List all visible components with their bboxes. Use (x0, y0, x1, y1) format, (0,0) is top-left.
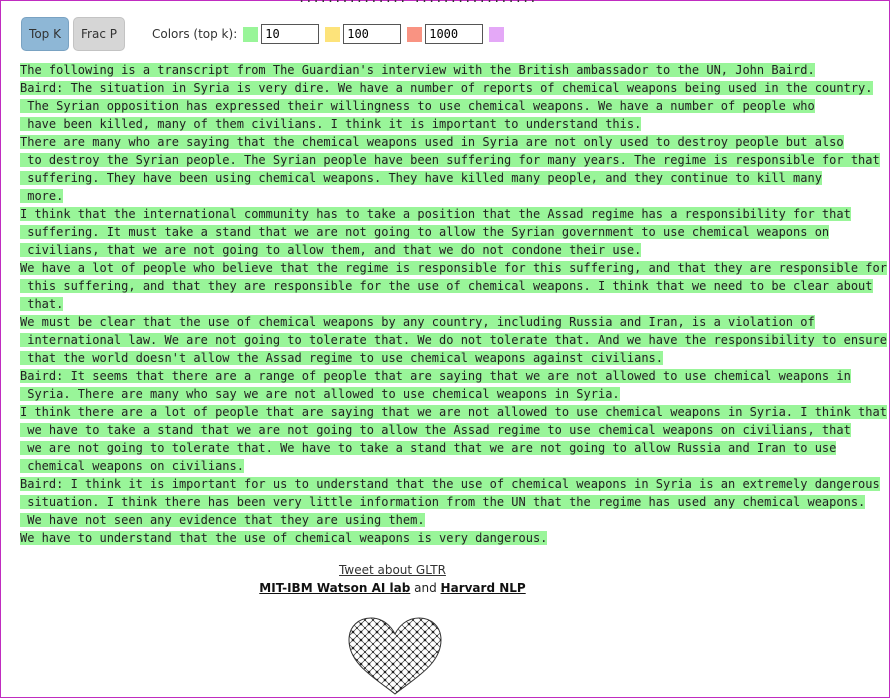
transcript-line: We must be clear that the use of chemica… (20, 313, 815, 331)
highlighted-text: We have not seen any evidence that they … (20, 513, 425, 527)
transcript-line: situation. I think there has been very l… (20, 493, 866, 511)
transcript-line: Syria. There are many who say we are not… (20, 385, 780, 403)
transcript-line: The following is a transcript from The G… (20, 61, 815, 79)
transcript-line: Baird: I think it is important for us to… (20, 475, 880, 493)
frac-p-button[interactable]: Frac P (73, 17, 125, 51)
highlighted-text: chemical weapons on civilians. (20, 459, 244, 473)
colors-label: Colors (top k): (152, 27, 238, 41)
transcript-line: suffering. It must take a stand that we … (20, 223, 830, 241)
transcript-line: Baird: It seems that there are a range o… (20, 367, 851, 385)
color-swatch-red (407, 26, 423, 42)
transcript-text: The following is a transcript from The G… (20, 61, 887, 547)
k2-input[interactable] (343, 24, 402, 44)
highlighted-text: We have to understand that the use of ch… (20, 531, 548, 545)
transcript-line: We have a lot of people who believe that… (20, 259, 887, 277)
top-cut-text: ............... ................. (298, 0, 536, 5)
transcript-line: to destroy the Syrian people. The Syrian… (20, 151, 880, 169)
highlighted-text: international law. We are not going to t… (20, 333, 887, 347)
highlighted-text: I think there are a lot of people that a… (20, 405, 887, 419)
highlighted-text: we are not going to tolerate that. We ha… (20, 441, 837, 455)
k3-input[interactable] (425, 24, 484, 44)
transcript-line: we are not going to tolerate that. We ha… (20, 439, 837, 457)
transcript-line: I think there are a lot of people that a… (20, 403, 887, 421)
transcript-line: that. (20, 295, 780, 313)
highlighted-text: that the world doesn't allow the Assad r… (20, 351, 663, 365)
toolbar: Top K Frac P Colors (top k): (21, 17, 505, 51)
top-k-button[interactable]: Top K (21, 17, 69, 51)
highlighted-text: We have a lot of people who believe that… (20, 261, 887, 275)
transcript-line: civilians, that we are not going to allo… (20, 241, 780, 259)
highlighted-text: suffering. They have been using chemical… (20, 171, 822, 185)
highlighted-text: Baird: The situation in Syria is very di… (20, 81, 873, 95)
transcript-line: I think that the international community… (20, 205, 851, 223)
transcript-line: international law. We are not going to t… (20, 331, 887, 349)
tweet-footer: Tweet about GLTR (0, 563, 785, 577)
highlighted-text: Baird: I think it is important for us to… (20, 477, 880, 491)
highlighted-text: to destroy the Syrian people. The Syrian… (20, 153, 880, 167)
highlighted-text: I think that the international community… (20, 207, 851, 221)
mit-ibm-link[interactable]: MIT-IBM Watson AI lab (259, 581, 410, 595)
highlighted-text: We must be clear that the use of chemica… (20, 315, 815, 329)
color-swatch-purple (489, 26, 505, 42)
transcript-line: The Syrian opposition has expressed thei… (20, 97, 815, 115)
k1-input[interactable] (261, 24, 320, 44)
transcript-line: have been killed, many of them civilians… (20, 115, 780, 133)
color-swatch-yellow (325, 26, 341, 42)
transcript-line: we have to take a stand that we are not … (20, 421, 851, 439)
transcript-line: chemical weapons on civilians. (20, 457, 780, 475)
highlighted-text: Syria. There are many who say we are not… (20, 387, 620, 401)
highlighted-text: that. (20, 297, 64, 311)
transcript-line: We have not seen any evidence that they … (20, 511, 780, 529)
highlighted-text: more. (20, 189, 64, 203)
transcript-line: We have to understand that the use of ch… (20, 529, 780, 547)
transcript-line: Baird: The situation in Syria is very di… (20, 79, 873, 97)
highlighted-text: we have to take a stand that we are not … (20, 423, 851, 437)
labs-footer: MIT-IBM Watson AI lab and Harvard NLP (0, 581, 785, 595)
harvard-nlp-link[interactable]: Harvard NLP (441, 581, 526, 595)
color-swatch-green (243, 26, 259, 42)
tweet-link[interactable]: Tweet about GLTR (339, 563, 446, 577)
highlighted-text: The Syrian opposition has expressed thei… (20, 99, 815, 113)
highlighted-text: this suffering, and that they are respon… (20, 279, 873, 293)
highlighted-text: suffering. It must take a stand that we … (20, 225, 830, 239)
highlighted-text: civilians, that we are not going to allo… (20, 243, 642, 257)
and-text: and (414, 581, 437, 595)
transcript-line: suffering. They have been using chemical… (20, 169, 822, 187)
transcript-line: this suffering, and that they are respon… (20, 277, 873, 295)
highlighted-text: There are many who are saying that the c… (20, 135, 844, 149)
transcript-line: more. (20, 187, 780, 205)
highlighted-text: Baird: It seems that there are a range o… (20, 369, 851, 383)
heart-logo-icon (348, 617, 442, 695)
transcript-line: that the world doesn't allow the Assad r… (20, 349, 780, 367)
highlighted-text: have been killed, many of them civilians… (20, 117, 642, 131)
highlighted-text: The following is a transcript from The G… (20, 63, 815, 77)
transcript-line: There are many who are saying that the c… (20, 133, 844, 151)
highlighted-text: situation. I think there has been very l… (20, 495, 866, 509)
